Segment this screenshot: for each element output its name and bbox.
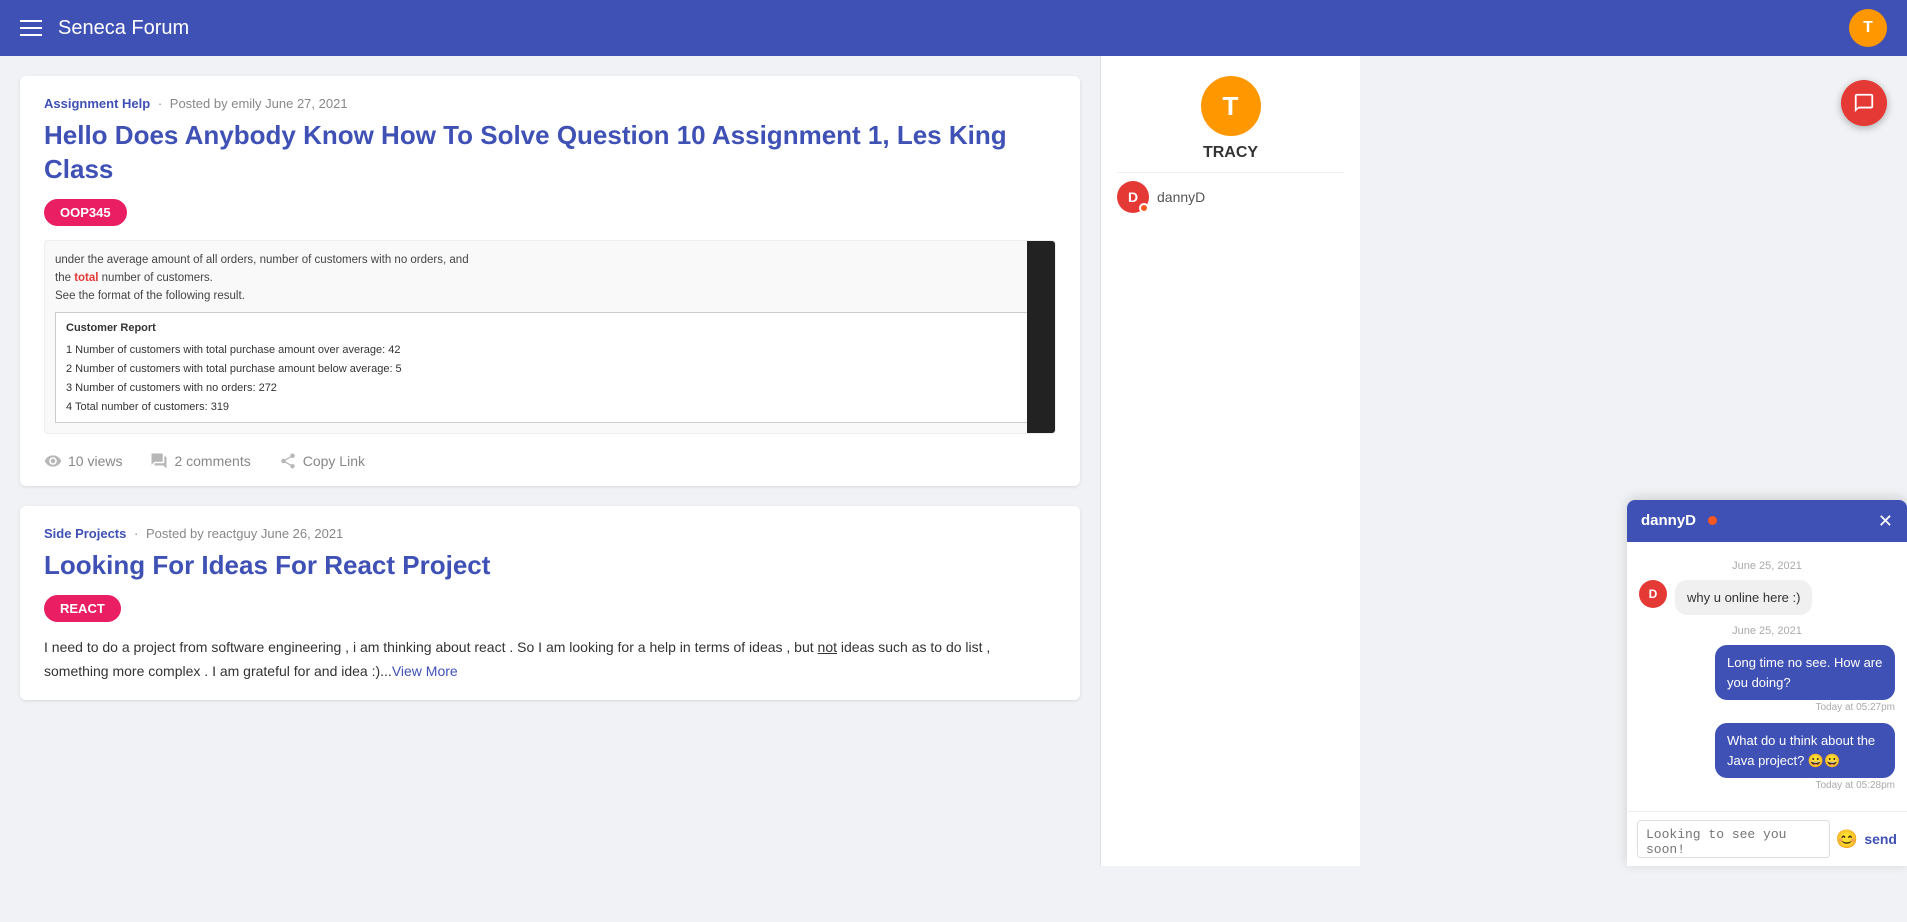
- post-image-table: Customer Report 1 Number of customers wi…: [55, 312, 1045, 423]
- post-image-area: under the average amount of all orders, …: [44, 240, 1056, 435]
- chat-fab-icon: [1853, 92, 1875, 114]
- emoji-button[interactable]: 😊: [1836, 829, 1858, 850]
- menu-icon[interactable]: [20, 20, 42, 36]
- post-meta-info: Posted by emily June 27, 2021: [170, 96, 348, 111]
- view-more-link[interactable]: View More: [392, 663, 458, 679]
- chat-online-dot: [1708, 516, 1717, 525]
- copy-link-item[interactable]: Copy Link: [279, 452, 365, 470]
- post-image-content: under the average amount of all orders, …: [55, 251, 1045, 424]
- chat-avatar: D: [1639, 580, 1667, 608]
- chat-date-label-2: June 25, 2021: [1639, 625, 1895, 637]
- comment-icon: [150, 452, 168, 470]
- share-icon: [279, 452, 297, 470]
- chat-date-label: June 25, 2021: [1639, 560, 1895, 572]
- user-panel: T TRACY D dannyD: [1100, 56, 1360, 866]
- post-title[interactable]: Hello Does Anybody Know How To Solve Que…: [44, 119, 1056, 187]
- contact-avatar: D: [1117, 181, 1149, 213]
- chat-bubble-sent: What do u think about the Java project? …: [1715, 723, 1895, 778]
- post-meta: Side Projects · Posted by reactguy June …: [44, 526, 1056, 541]
- post-category[interactable]: Assignment Help: [44, 96, 150, 111]
- table-row: 4 Total number of customers: 319: [66, 398, 1034, 417]
- send-button[interactable]: send: [1864, 831, 1897, 847]
- user-panel-name: TRACY: [1203, 144, 1258, 162]
- chat-bubble: why u online here :): [1675, 580, 1812, 616]
- chat-message: why u online here :): [1675, 580, 1812, 616]
- chat-time-2: Today at 05:28pm: [1715, 780, 1895, 791]
- eye-icon: [44, 452, 62, 470]
- table-row: 1 Number of customers with total purchas…: [66, 341, 1034, 360]
- post-card: Assignment Help · Posted by emily June 2…: [20, 76, 1080, 486]
- views-item: 10 views: [44, 452, 122, 470]
- post-tag[interactable]: REACT: [44, 595, 121, 622]
- app-title: Seneca Forum: [58, 17, 1849, 40]
- chat-message-row: D why u online here :): [1639, 580, 1895, 616]
- post-tag[interactable]: OOP345: [44, 199, 127, 226]
- online-indicator: [1139, 203, 1149, 213]
- chat-message-sent-2: What do u think about the Java project? …: [1715, 723, 1895, 791]
- posts-area: Assignment Help · Posted by emily June 2…: [0, 56, 1100, 866]
- chat-contact-name: dannyD: [1641, 512, 1696, 529]
- chat-close-button[interactable]: ✕: [1878, 512, 1893, 530]
- post-body: I need to do a project from software eng…: [44, 636, 1056, 684]
- post-meta-info: Posted by reactguy June 26, 2021: [146, 526, 343, 541]
- chat-header-info: dannyD: [1641, 512, 1717, 529]
- post-card: Side Projects · Posted by reactguy June …: [20, 506, 1080, 699]
- chat-message-row: Long time no see. How are you doing? Tod…: [1639, 645, 1895, 713]
- user-panel-avatar: T: [1201, 76, 1261, 136]
- app-header: Seneca Forum T: [0, 0, 1907, 56]
- chat-bubble-sent: Long time no see. How are you doing?: [1715, 645, 1895, 700]
- comments-item[interactable]: 2 comments: [150, 452, 250, 470]
- meta-separator: ·: [134, 526, 138, 541]
- chat-message-row: What do u think about the Java project? …: [1639, 723, 1895, 791]
- contact-item[interactable]: D dannyD: [1117, 172, 1344, 221]
- table-title: Customer Report: [66, 319, 1034, 338]
- views-count: 10 views: [68, 453, 122, 469]
- meta-separator: ·: [158, 96, 162, 111]
- chat-window: dannyD ✕ June 25, 2021 D why u online he…: [1627, 500, 1907, 867]
- post-footer: 10 views 2 comments Copy Link: [44, 448, 1056, 470]
- chat-message-sent: Long time no see. How are you doing? Tod…: [1715, 645, 1895, 713]
- image-text-2: the total number of customers.: [55, 272, 213, 284]
- contact-name: dannyD: [1157, 189, 1205, 205]
- image-text-3: See the format of the following result.: [55, 290, 245, 302]
- post-category[interactable]: Side Projects: [44, 526, 126, 541]
- post-image-scrollbar: [1027, 241, 1055, 434]
- chat-time: Today at 05:27pm: [1715, 702, 1895, 713]
- image-text-1: under the average amount of all orders, …: [55, 254, 469, 266]
- chat-input-row: 😊 send: [1627, 811, 1907, 866]
- post-title[interactable]: Looking For Ideas For React Project: [44, 549, 1056, 583]
- table-row: 3 Number of customers with no orders: 27…: [66, 379, 1034, 398]
- main-layout: Assignment Help · Posted by emily June 2…: [0, 56, 1907, 866]
- post-meta: Assignment Help · Posted by emily June 2…: [44, 96, 1056, 111]
- chat-messages: June 25, 2021 D why u online here :) Jun…: [1627, 542, 1907, 812]
- comments-count: 2 comments: [174, 453, 250, 469]
- chat-input[interactable]: [1637, 820, 1830, 858]
- header-avatar[interactable]: T: [1849, 9, 1887, 47]
- fab-chat-button[interactable]: [1841, 80, 1887, 126]
- table-row: 2 Number of customers with total purchas…: [66, 360, 1034, 379]
- copy-link-label: Copy Link: [303, 453, 365, 469]
- chat-header: dannyD ✕: [1627, 500, 1907, 542]
